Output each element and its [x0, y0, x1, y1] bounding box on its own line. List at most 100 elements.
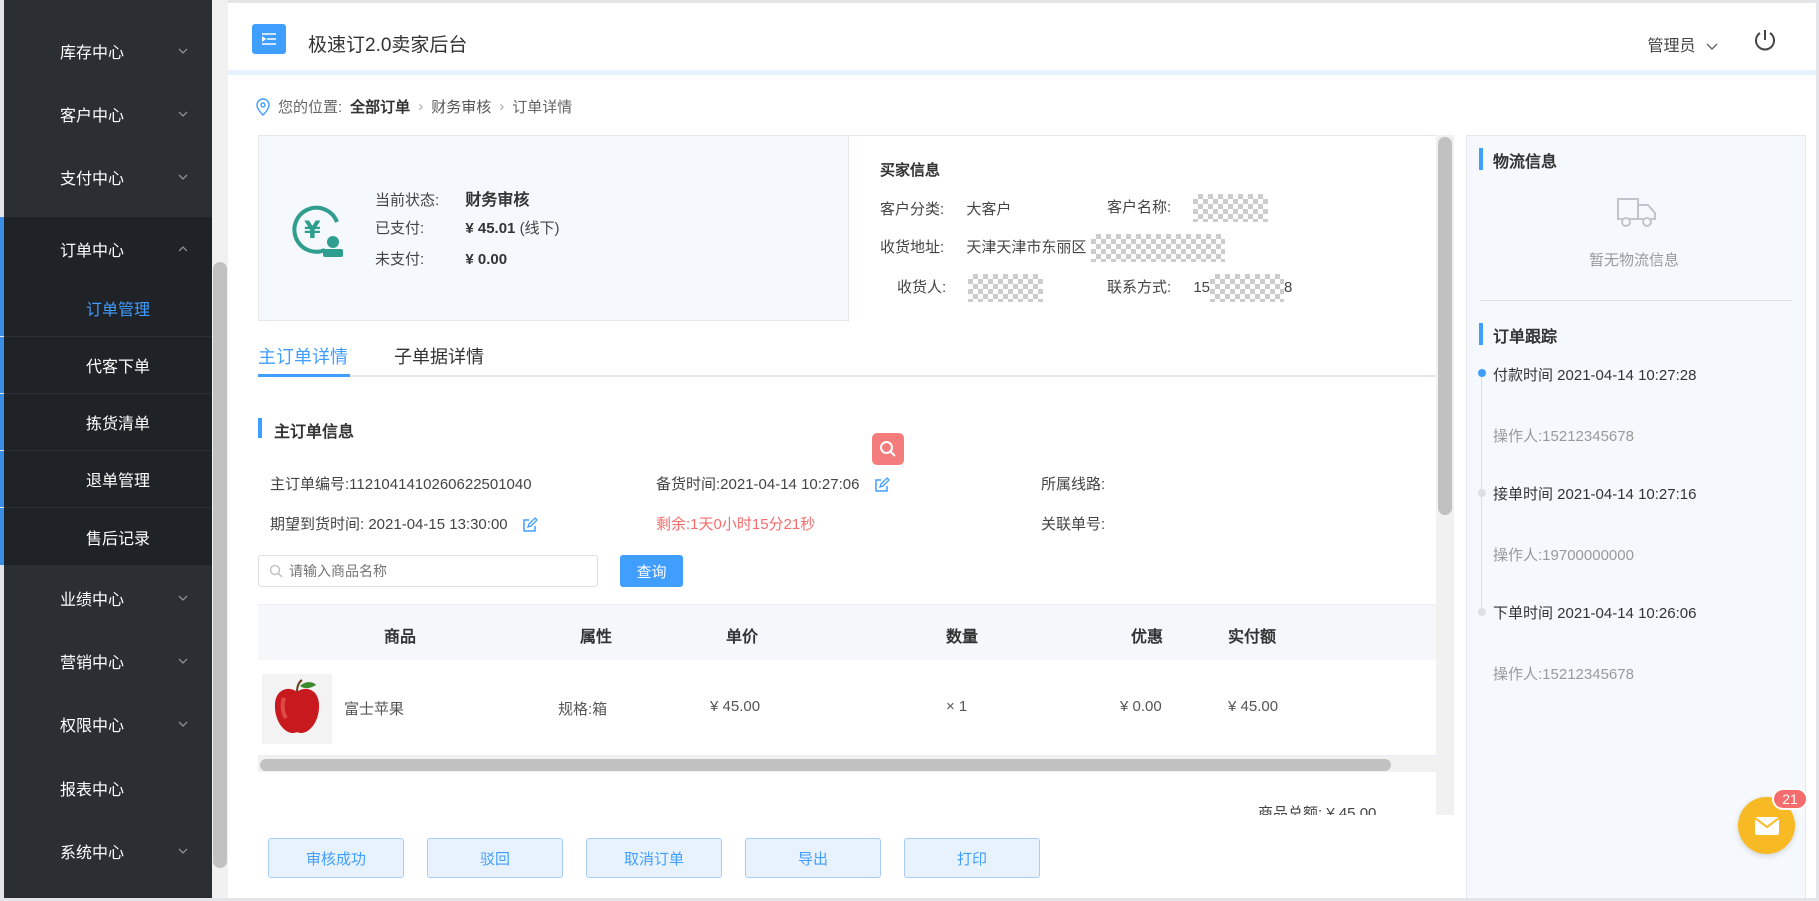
expected-arrival-label: 期望到货时间:: [270, 516, 365, 533]
submenu-item-order-management[interactable]: 订单管理: [0, 280, 212, 336]
timeline-dot: [1478, 369, 1486, 377]
payment-status-icon: ¥: [292, 205, 343, 257]
right-panel: 物流信息 暂无物流信息 订单跟踪 付款时间 2021-04-14 10:27:2…: [1466, 135, 1806, 901]
export-button[interactable]: 导出: [745, 838, 881, 878]
order-number: 主订单编号:112104141026062250104​0: [270, 473, 532, 494]
product-discount: ¥ 0.00: [1120, 698, 1162, 715]
top-header: 极速订2.0卖家后台 管理员: [228, 0, 1819, 75]
route-label: 所属线路:: [1041, 476, 1106, 493]
unpaid-value: ¥ 0.00: [465, 251, 508, 268]
product-quantity: × 1: [946, 698, 968, 715]
sidebar-item-system[interactable]: 系统中心: [4, 819, 212, 882]
submenu-item-after-sales[interactable]: 售后记录: [0, 508, 212, 565]
search-float-button[interactable]: [872, 433, 904, 465]
paid-label: 已支付:: [375, 220, 425, 237]
column-header-quantity: 数量: [946, 629, 979, 646]
paid-note: (线下): [519, 220, 560, 237]
timeline-dot: [1478, 489, 1486, 497]
prep-time-value: 2021-04-14 10:27:06: [720, 476, 860, 493]
sidebar-item-payment[interactable]: 支付中心: [4, 145, 212, 208]
submenu-item-proxy-order[interactable]: 代客下单: [0, 337, 212, 393]
sidebar-item-performance[interactable]: 业绩中心: [4, 566, 212, 629]
breadcrumb-all-orders[interactable]: 全部订单: [350, 96, 410, 117]
tab-underline: [258, 374, 350, 377]
sidebar-item-permissions[interactable]: 权限中心: [4, 692, 212, 755]
breadcrumb-separator-icon: ›: [418, 98, 424, 115]
sidebar-item-marketing[interactable]: 营销中心: [4, 629, 212, 692]
approve-button[interactable]: 审核成功: [268, 838, 404, 878]
related-number-label: 关联单号:: [1041, 516, 1106, 533]
column-header-product: 商品: [384, 629, 417, 646]
svg-text:¥: ¥: [304, 216, 321, 244]
shipping-address-value: 天津天津市东丽区: [966, 238, 1087, 256]
apple-icon: [274, 679, 320, 734]
table-scrollbar-thumb[interactable]: [260, 759, 1391, 771]
sidebar-item-label: 权限中心: [60, 717, 125, 735]
contact-suffix: 8: [1284, 278, 1293, 296]
timeline-event-operator: 操作人:15212345678: [1493, 666, 1634, 683]
breadcrumb: 您的位置: 全部订单 › 财务审核 › 订单详情: [256, 96, 572, 117]
location-pin-icon: [256, 97, 270, 116]
print-button[interactable]: 打印: [904, 838, 1040, 878]
chevron-down-icon: [1706, 43, 1718, 50]
timeline-event-time: 接单时间 2021-04-14 10:27:16: [1493, 486, 1697, 503]
sidebar-item-orders[interactable]: 订单中心: [0, 217, 212, 280]
table-row: 富士苹果 规格:箱 ¥ 45.00 × 1 ¥ 0.00 ¥ 45.00: [258, 660, 1436, 756]
user-menu[interactable]: 管理员: [1648, 32, 1718, 56]
column-header-discount: 优惠: [1131, 629, 1164, 646]
chevron-down-icon: [178, 848, 188, 854]
tab-sub-documents[interactable]: 子单据详情: [394, 343, 484, 369]
power-icon[interactable]: [1752, 27, 1778, 53]
sidebar-item-label: 系统中心: [60, 844, 125, 862]
chevron-down-icon: [178, 658, 188, 664]
sidebar-item-reports[interactable]: 报表中心: [4, 756, 212, 819]
contact-masked: [1210, 274, 1285, 302]
query-button[interactable]: 查询: [620, 555, 683, 587]
sidebar-item-label: 营销中心: [60, 654, 125, 672]
submenu-item-label: 拣货清单: [86, 416, 151, 433]
breadcrumb-finance-review[interactable]: 财务审核: [431, 96, 491, 117]
paid-amount: 已支付: ¥ 45.01 (线下): [375, 217, 560, 238]
timeline-dot: [1478, 608, 1486, 616]
prep-time-label: 备货时间:: [656, 476, 721, 493]
address-masked: [1090, 234, 1225, 262]
message-count-badge: 21: [1772, 788, 1808, 810]
breadcrumb-separator-icon: ›: [499, 98, 505, 115]
cancel-order-button[interactable]: 取消订单: [586, 838, 722, 878]
submenu-item-picking-list[interactable]: 拣货清单: [0, 394, 212, 450]
customer-category: 客户分类: 大客户: [880, 198, 1011, 219]
edit-icon[interactable]: [522, 517, 538, 533]
timeline-event-time: 下单时间 2021-04-14 10:26:06: [1493, 605, 1697, 622]
buyer-info-title: 买家信息: [880, 162, 941, 179]
reject-button[interactable]: 驳回: [427, 838, 563, 878]
menu-toggle-button[interactable]: [252, 24, 286, 54]
receiver: 收货人:: [897, 274, 1044, 302]
current-status: 当前状态: 财务审核: [375, 186, 529, 210]
sidebar-item-customer[interactable]: 客户中心: [4, 82, 212, 145]
sidebar-scrollbar-thumb[interactable]: [213, 262, 227, 868]
divider: [1479, 300, 1793, 301]
sidebar-item-inventory[interactable]: 库存中心: [4, 19, 212, 82]
column-header-price: 单价: [726, 629, 759, 646]
submenu-item-label: 售后记录: [86, 530, 151, 548]
prep-time: 备货时间:2021-04-14 10:27:06: [656, 473, 890, 494]
no-logistics-text: 暂无物流信息: [1589, 252, 1680, 269]
chevron-down-icon: [178, 174, 188, 180]
breadcrumb-current: 订单详情: [512, 99, 573, 116]
product-search-input[interactable]: [289, 556, 589, 586]
main-scrollbar-thumb[interactable]: [1438, 137, 1452, 515]
tab-main-order[interactable]: 主订单详情: [258, 343, 348, 369]
related-number: 关联单号:: [1041, 513, 1105, 534]
sidebar-item-label: 订单中心: [60, 242, 125, 260]
sidebar-item-label: 客户中心: [60, 107, 125, 125]
receiver-masked: [968, 274, 1044, 302]
customer-name: 客户名称:: [1107, 194, 1269, 222]
breadcrumb-prefix: 您的位置:: [278, 99, 343, 116]
chevron-down-icon: [178, 48, 188, 54]
app-title: 极速订2.0卖家后台: [308, 35, 468, 56]
product-image: [262, 674, 332, 744]
submenu-item-returns[interactable]: 退单管理: [0, 451, 212, 507]
edit-icon[interactable]: [874, 477, 890, 493]
sidebar-item-label: 库存中心: [60, 44, 125, 62]
product-attribute: 规格:箱: [558, 701, 608, 718]
